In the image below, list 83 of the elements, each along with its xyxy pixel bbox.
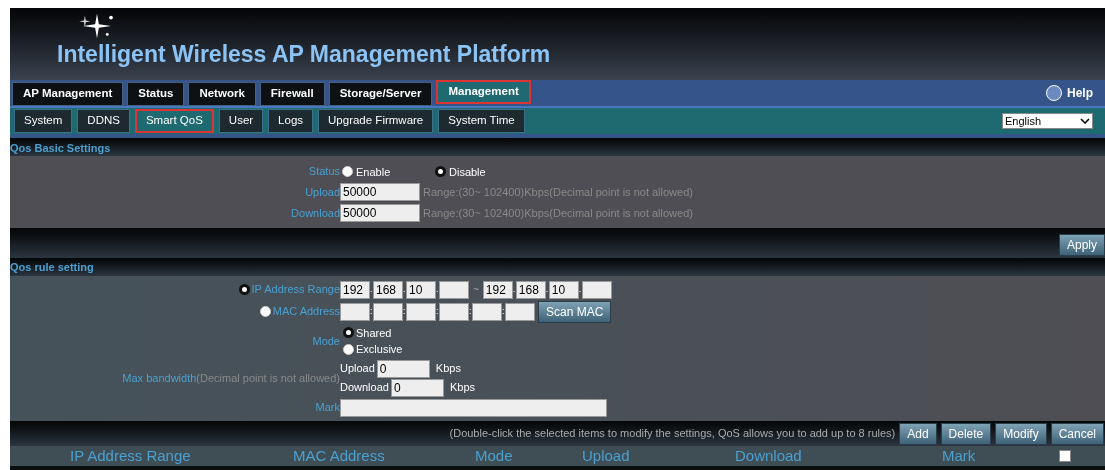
button[interactable]: Scan MAC (538, 300, 612, 323)
note-text: (Double-click the selected items to modify the settings, QoS allows you to add up to 8 rules) (449, 426, 896, 442)
sub-tab[interactable]: DDNS (77, 109, 130, 133)
field-label: Upload (340, 361, 375, 377)
column-header: Mark (941, 445, 977, 466)
input-field[interactable] (581, 280, 612, 299)
input-field[interactable]: 168 (373, 280, 403, 299)
input-field[interactable]: 10 (406, 280, 436, 299)
input-field[interactable]: 192 (482, 280, 513, 299)
unit-label: Kbps (435, 361, 461, 377)
input-field[interactable]: 168 (515, 280, 546, 299)
field-label: Download (291, 207, 340, 220)
sub-tab[interactable]: User (218, 109, 264, 133)
input-field[interactable]: 0 (376, 359, 430, 378)
separator-text: . (512, 282, 516, 296)
chevron-down-icon (1080, 118, 1090, 124)
input-field[interactable] (505, 302, 535, 321)
input-field[interactable] (340, 398, 607, 417)
sub-tab[interactable]: System Time (438, 109, 525, 133)
field-label: Mode (312, 333, 340, 349)
sub-tab[interactable]: System (14, 109, 73, 133)
column-header: Download (734, 445, 803, 466)
separator-text: . (578, 282, 582, 296)
radio-button[interactable] (238, 284, 250, 295)
field-label: Download (340, 380, 389, 396)
sub-tab[interactable]: Upgrade Firmware (318, 109, 434, 133)
nav-tab[interactable]: Status (127, 82, 185, 106)
separator-text: : (370, 304, 373, 318)
section-title: Qos rule setting (10, 260, 94, 276)
column-header: Upload (582, 445, 631, 466)
input-field[interactable]: 10 (548, 280, 579, 299)
nav-tab[interactable]: Firewall (259, 82, 325, 106)
button[interactable]: Modify (995, 422, 1047, 445)
nav-tab[interactable]: Network (188, 82, 256, 106)
option-label: MAC Address (272, 304, 340, 320)
separator-text: : (502, 304, 505, 318)
button[interactable]: Cancel (1050, 422, 1104, 445)
option-label: Disable (449, 164, 486, 180)
checkbox[interactable] (1059, 450, 1071, 462)
separator-text: : (403, 304, 406, 318)
button[interactable]: Delete (940, 422, 992, 445)
separator-text: . (403, 282, 406, 296)
input-field[interactable] (340, 302, 370, 321)
button[interactable]: Apply (1058, 234, 1105, 256)
sub-tab[interactable]: Logs (268, 109, 314, 133)
input-field[interactable] (406, 302, 436, 321)
input-field[interactable]: 192 (340, 280, 370, 299)
column-header: Mode (474, 445, 514, 466)
input-field[interactable] (439, 280, 469, 299)
unit-label: Kbps (449, 380, 475, 396)
input-field[interactable]: 50000 (340, 204, 420, 223)
separator-text: ~ (473, 283, 479, 297)
section-title: Qos Basic Settings (10, 140, 111, 156)
column-header: MAC Address (292, 445, 386, 466)
option-label: Exclusive (356, 342, 403, 357)
separator-text: . (545, 282, 549, 296)
radio-button[interactable] (343, 327, 354, 339)
nav-tab[interactable]: AP Management (12, 82, 124, 106)
nav-tab[interactable]: Management (436, 80, 531, 104)
sub-tab[interactable]: Smart QoS (134, 109, 214, 133)
option-label: IP Address Range (251, 282, 340, 298)
nav-tab[interactable]: Storage/Server (328, 82, 433, 106)
separator-text: . (436, 282, 439, 296)
input-field[interactable] (439, 302, 469, 321)
column-header: IP Address Range (69, 445, 192, 466)
separator-text: : (469, 304, 472, 318)
input-field[interactable]: 50000 (340, 183, 420, 202)
language-select[interactable]: English (1002, 113, 1093, 129)
input-field[interactable] (373, 302, 403, 321)
help-link[interactable]: Help (1067, 84, 1093, 102)
button[interactable]: Add (899, 422, 937, 445)
separator-text: : (436, 304, 439, 318)
option-label: Shared (356, 325, 392, 341)
separator-text: . (370, 282, 373, 296)
option-label: Enable (356, 164, 391, 180)
input-field[interactable]: 0 (390, 378, 444, 397)
radio-button[interactable] (435, 165, 446, 177)
field-label: Mark (315, 400, 340, 416)
page-title: Intelligent Wireless AP Management Platform (57, 43, 551, 66)
input-field[interactable] (472, 302, 502, 321)
field-label: Status (308, 165, 340, 177)
field-label: Max bandwidth (122, 370, 197, 386)
field-label: Upload (305, 186, 340, 199)
